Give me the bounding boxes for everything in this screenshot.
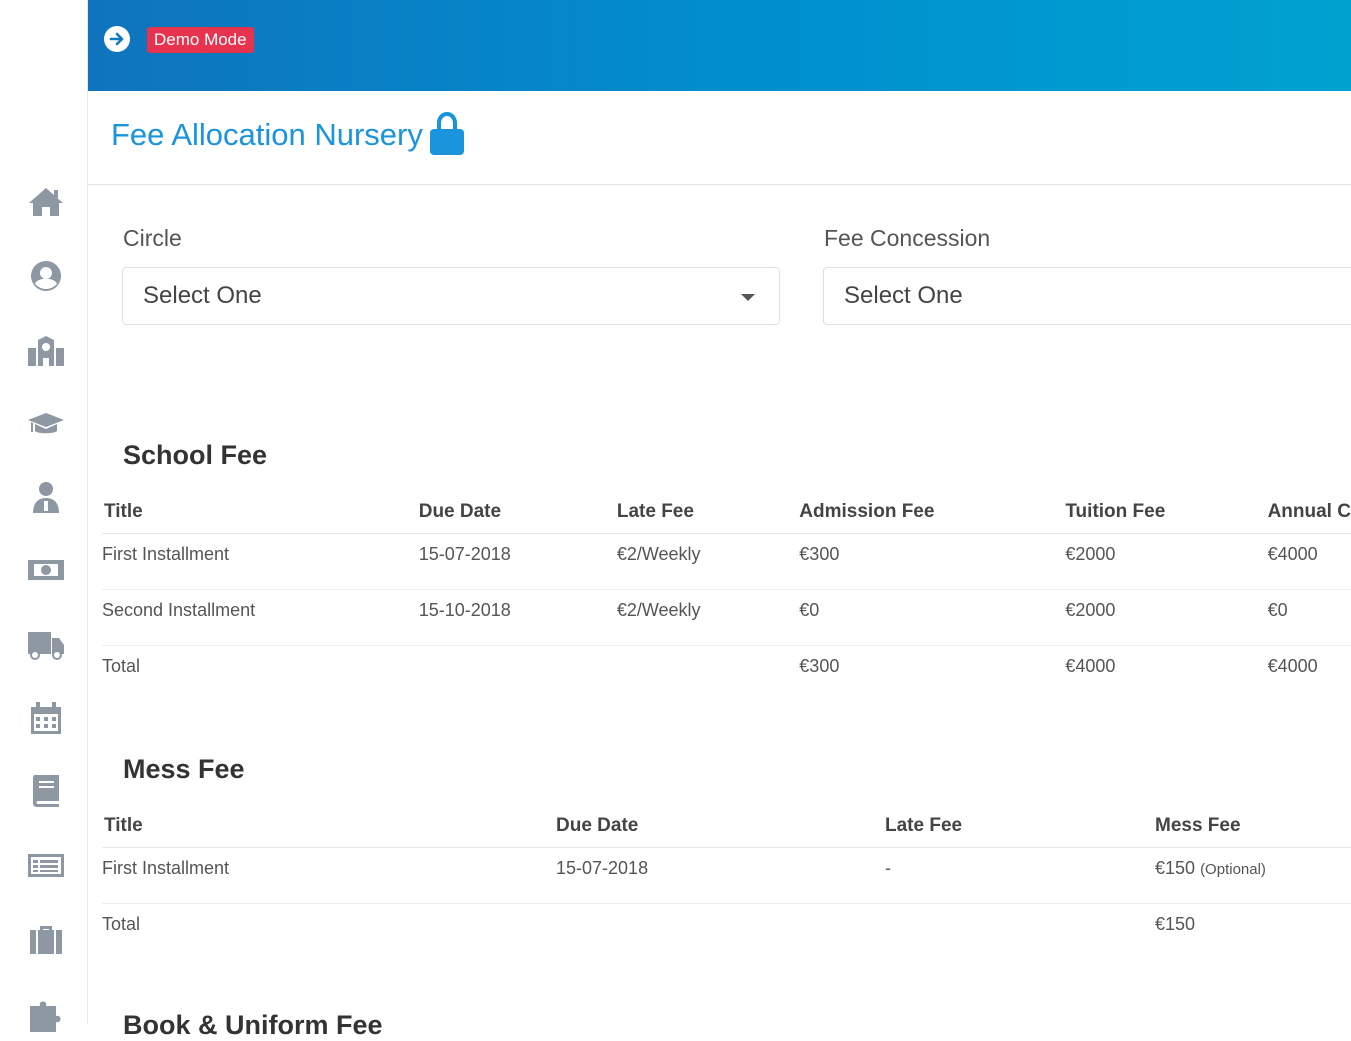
table-cell: Second Installment	[102, 589, 419, 646]
table-cell: 15-07-2018	[556, 847, 885, 904]
calendar-icon[interactable]	[24, 696, 68, 740]
user-circle-icon[interactable]	[24, 254, 68, 298]
table-cell: First Installment	[102, 533, 419, 590]
fee-concession-label: Fee Concession	[824, 225, 991, 251]
table-cell: €300	[799, 655, 840, 676]
table-cell: €150	[1155, 913, 1196, 934]
page-header: Fee Allocation Nursery	[88, 91, 1351, 185]
book-icon[interactable]	[24, 769, 68, 813]
column-header: Title	[102, 487, 419, 534]
column-header: Due Date	[418, 487, 617, 534]
school-icon[interactable]	[24, 328, 68, 372]
sidebar	[0, 0, 88, 1032]
school-fee-title: School Fee	[123, 440, 268, 470]
table-cell	[885, 903, 1155, 959]
table-cell: €2/Weekly	[616, 589, 800, 646]
demo-mode-badge: Demo Mode	[147, 27, 254, 53]
circle-select[interactable]: Select One	[122, 267, 780, 325]
table-cell: €4000	[1267, 655, 1318, 676]
table-cell: €300	[799, 533, 1066, 590]
circle-label: Circle	[123, 225, 182, 251]
table-row: Total €300 €4000 €4000	[102, 645, 1351, 701]
lock-icon	[428, 111, 466, 155]
table-cell: €2/Weekly	[616, 533, 800, 590]
main-content: Circle Select One Fee Concession Select …	[88, 186, 1351, 1040]
column-header: Late Fee	[885, 801, 1155, 848]
teacher-icon[interactable]	[24, 475, 68, 519]
table-cell: €150 (Optional)	[1155, 847, 1351, 904]
table-cell: -	[885, 847, 1155, 904]
table-cell: €2000	[1065, 533, 1268, 590]
table-row: Total €150	[102, 903, 1351, 959]
chevron-down-icon	[741, 294, 755, 301]
table-cell: €0	[1267, 589, 1351, 646]
table-cell: 15-07-2018	[418, 533, 617, 590]
optional-note: (Optional)	[1200, 860, 1266, 878]
arrow-right-icon[interactable]	[104, 26, 130, 52]
table-cell: First Installment	[102, 847, 556, 904]
mess-fee-title: Mess Fee	[123, 754, 245, 784]
page-title: Fee Allocation Nursery	[111, 117, 423, 152]
fee-concession-select-value: Select One	[844, 282, 963, 309]
table-cell: €4000	[1267, 533, 1351, 590]
table-cell	[617, 645, 799, 701]
graduation-cap-icon[interactable]	[24, 401, 68, 445]
table-header-row: Title Due Date Late Fee Mess Fee	[102, 801, 1351, 848]
briefcase-icon[interactable]	[24, 916, 68, 960]
column-header: Mess Fee	[1155, 801, 1351, 848]
column-header: Due Date	[556, 801, 885, 848]
table-cell: €0	[799, 589, 1066, 646]
table-cell: Total	[102, 655, 141, 676]
table-cell: Total	[102, 913, 141, 934]
list-icon[interactable]	[24, 843, 68, 887]
money-icon[interactable]	[24, 548, 68, 592]
table-cell: €2000	[1065, 589, 1268, 646]
table-row: First Installment 15-07-2018 €2/Weekly €…	[102, 533, 1351, 590]
top-bar: Demo Mode	[88, 0, 1351, 91]
truck-icon[interactable]	[24, 622, 68, 666]
table-cell	[419, 645, 617, 701]
table-header-row: Title Due Date Late Fee Admission Fee Tu…	[102, 487, 1351, 534]
column-header: Tuition Fee	[1065, 487, 1268, 534]
school-fee-table: Title Due Date Late Fee Admission Fee Tu…	[102, 487, 1351, 701]
column-header: Title	[102, 801, 556, 848]
column-header: Late Fee	[616, 487, 800, 534]
fee-concession-select[interactable]: Select One	[823, 267, 1351, 325]
book-uniform-fee-title: Book & Uniform Fee	[123, 1010, 383, 1040]
mess-fee-table: Title Due Date Late Fee Mess Fee First I…	[102, 801, 1351, 959]
table-row: Second Installment 15-10-2018 €2/Weekly …	[102, 589, 1351, 646]
table-cell: €4000	[1065, 655, 1116, 676]
column-header: Admission Fee	[799, 487, 1066, 534]
circle-select-value: Select One	[143, 282, 262, 309]
column-header: Annual C	[1267, 487, 1351, 534]
table-cell	[556, 903, 885, 959]
table-cell: 15-10-2018	[418, 589, 617, 646]
table-row: First Installment 15-07-2018 - €150 (Opt…	[102, 847, 1351, 904]
mess-fee-amount: €150	[1155, 857, 1196, 878]
home-icon[interactable]	[24, 180, 68, 224]
puzzle-icon[interactable]	[24, 990, 68, 1034]
